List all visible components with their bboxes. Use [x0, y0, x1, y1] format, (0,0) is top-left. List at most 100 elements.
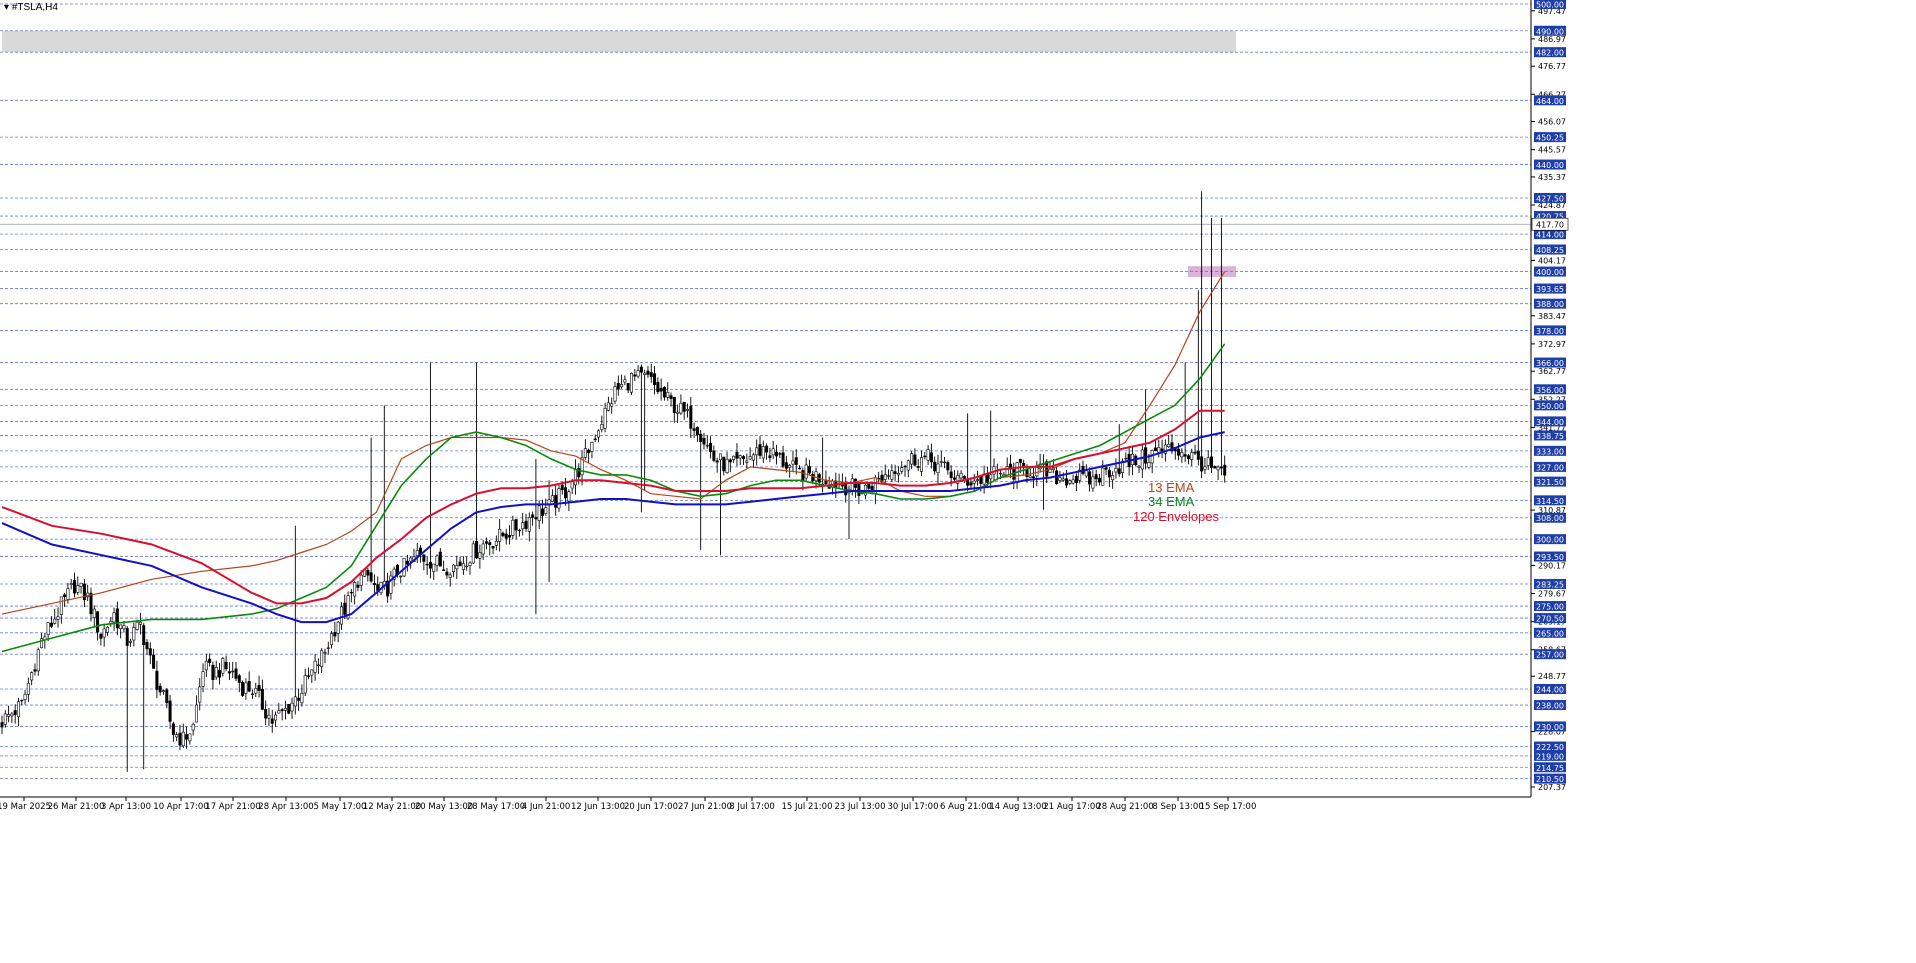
candle-body	[333, 632, 337, 637]
candle-body	[3, 713, 7, 725]
time-tick-label: 19 Mar 2025	[0, 802, 51, 812]
candle-body	[1203, 466, 1207, 470]
candle-body	[498, 528, 502, 542]
candle-body	[887, 475, 891, 477]
candle-body	[432, 563, 436, 572]
legend-ema13: 13 EMA	[1148, 480, 1195, 495]
candle-body	[649, 372, 653, 377]
candle-body	[702, 437, 706, 445]
candle-body	[138, 621, 142, 625]
candle-body	[49, 622, 53, 627]
candle-body	[972, 480, 976, 484]
price-chart[interactable]: 497.47486.97476.77466.27456.07445.57435.…	[0, 0, 1916, 963]
candle-body	[442, 569, 446, 571]
candle-body	[807, 466, 811, 474]
candle-body	[959, 472, 963, 479]
level-badge-label: 257.00	[1536, 651, 1564, 660]
candle-body	[738, 455, 742, 459]
level-badge-label: 356.00	[1536, 386, 1564, 395]
candle-body	[300, 692, 304, 704]
candle-body	[728, 459, 732, 463]
candle-body	[1210, 456, 1214, 468]
candle-body	[471, 543, 475, 564]
candle-body	[1068, 480, 1072, 484]
candle-body	[494, 541, 498, 546]
candle-body	[794, 457, 798, 465]
level-badge-label: 222.50	[1536, 743, 1564, 752]
candle-body	[221, 658, 225, 674]
candle-body	[33, 669, 37, 672]
title-dropdown-icon[interactable]: ▾	[4, 2, 9, 13]
candle-body	[976, 479, 980, 481]
candle-body	[122, 625, 126, 630]
candle-body	[1219, 466, 1223, 469]
level-badge-label: 414.00	[1536, 231, 1564, 240]
time-tick-label: 21 Aug 17:00	[1043, 802, 1100, 812]
candle-body	[16, 701, 20, 718]
candle-body	[366, 569, 370, 576]
candle-body	[748, 456, 752, 460]
candle-body	[191, 723, 195, 731]
candle-body	[13, 710, 17, 715]
candle-body	[1091, 476, 1095, 489]
chart-window[interactable]: 497.47 486.97 476.77 466.27 456.07 445.57 435.…	[0, 0, 1916, 963]
candle-body	[893, 471, 897, 474]
time-tick-label: 14 Aug 13:00	[989, 802, 1046, 812]
candle-body	[165, 689, 169, 704]
candle-body	[1124, 457, 1128, 460]
candle-body	[250, 693, 254, 696]
candle-body	[283, 707, 287, 711]
candle-body	[643, 372, 647, 375]
candle-body	[23, 693, 27, 700]
time-tick-label: 30 Jul 17:00	[888, 802, 939, 812]
candle-body	[280, 709, 284, 712]
candle-body	[999, 472, 1003, 475]
candle-body	[718, 453, 722, 461]
level-badge-label: 238.00	[1536, 702, 1564, 711]
level-badge-label: 314.50	[1536, 497, 1564, 506]
candle-body	[132, 627, 136, 641]
level-badge-label: 338.75	[1536, 432, 1564, 441]
candle-body	[465, 565, 469, 568]
candle-body	[616, 383, 620, 390]
time-tick-label: 26 Mar 21:00	[48, 802, 105, 812]
candle-body	[603, 408, 607, 429]
candle-body	[573, 468, 577, 486]
candle-body	[359, 574, 363, 586]
candle-body	[765, 445, 769, 453]
candle-body	[254, 688, 258, 694]
time-tick-label: 27 Jun 21:00	[678, 802, 732, 812]
candle-body	[115, 608, 119, 629]
candle-body	[181, 731, 185, 747]
candle-body	[316, 664, 320, 667]
candle-body	[247, 681, 251, 692]
candle-body	[732, 455, 736, 460]
candle-body	[524, 520, 528, 529]
candle-body	[310, 669, 314, 676]
candle-body	[66, 588, 70, 600]
candle-body	[353, 582, 357, 597]
time-tick-label: 15 Sep 17:00	[1200, 802, 1257, 812]
candle-body	[751, 454, 755, 461]
candle-body	[69, 583, 73, 586]
candle-body	[356, 584, 360, 588]
time-tick-label: 20 May 13:00	[415, 802, 473, 812]
level-badge-label: 244.00	[1536, 685, 1564, 694]
candle-body	[241, 682, 245, 696]
candle-body	[939, 461, 943, 463]
candle-body	[1104, 467, 1108, 470]
candle-body	[30, 672, 34, 681]
candle-body	[508, 534, 512, 538]
candle-body	[1167, 443, 1171, 448]
candle-body	[906, 460, 910, 471]
price-tick-label: 456.07	[1538, 118, 1566, 127]
candle-body	[679, 402, 683, 414]
candle-body	[504, 533, 508, 539]
candle-body	[481, 543, 485, 555]
candle-body	[521, 522, 525, 530]
level-badge-label: 344.00	[1536, 418, 1564, 427]
candle-body	[1144, 447, 1148, 464]
candle-body	[682, 401, 686, 412]
candle-body	[1035, 466, 1039, 477]
candle-body	[923, 455, 927, 458]
